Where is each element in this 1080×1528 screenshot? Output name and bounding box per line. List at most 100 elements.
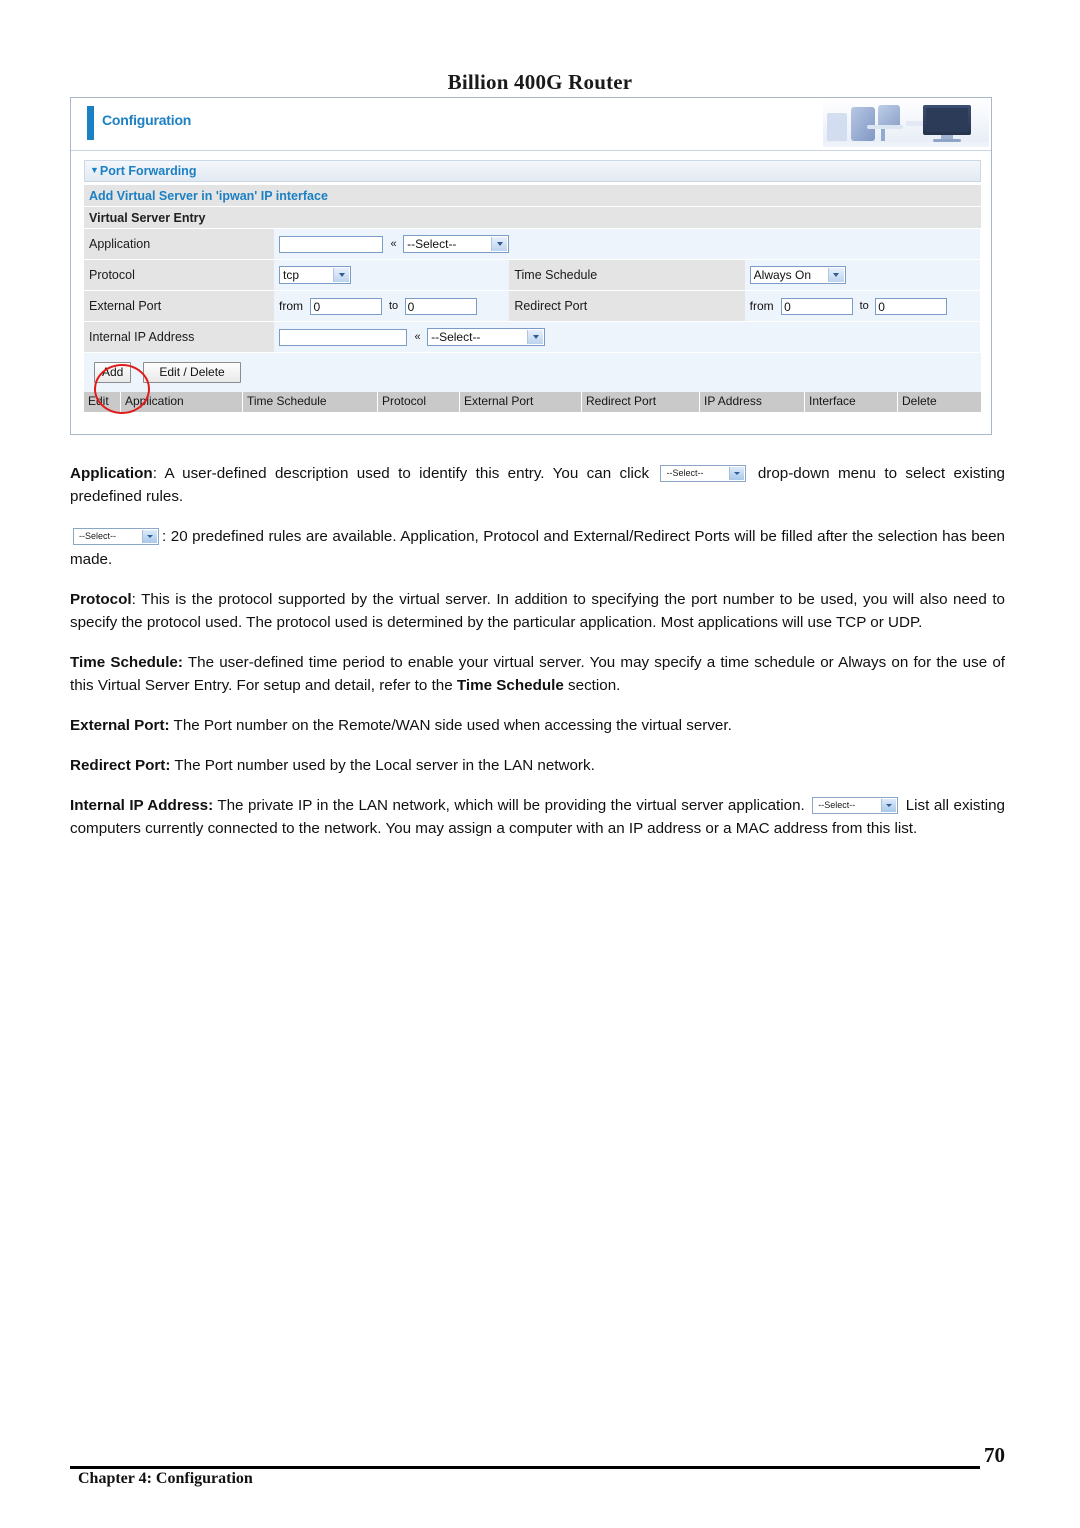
internal-ip-select[interactable]: --Select-- <box>427 328 546 346</box>
office-desk-photo <box>823 99 989 147</box>
paragraph-application: Application: A user-defined description … <box>70 462 1005 508</box>
paragraph-protocol: Protocol: This is the protocol supported… <box>70 588 1005 634</box>
form-row-ports: External Port from 0 to 0 Redirect Port … <box>84 290 980 322</box>
chevron-down-icon <box>527 330 544 344</box>
application-fill-arrows: « <box>390 238 396 250</box>
internal-ip-desc-a: The private IP in the LAN network, which… <box>213 797 805 814</box>
select-rules-desc: : 20 predefined rules are available. App… <box>70 528 1005 568</box>
subsection-bar-label: Add Virtual Server in 'ipwan' IP interfa… <box>89 188 328 203</box>
select-glyph-icon: --Select-- <box>812 797 899 815</box>
redirect-port-to-input[interactable]: 0 <box>875 297 948 315</box>
term-protocol: Protocol <box>70 591 132 608</box>
paragraph-redirect-port: Redirect Port: The Port number used by t… <box>70 754 1005 777</box>
protocol-field-cell: tcp <box>274 259 510 291</box>
col-delete: Delete <box>902 394 937 408</box>
term-internal-ip: Internal IP Address: <box>70 797 214 814</box>
group-bar-label: Virtual Server Entry <box>89 210 206 225</box>
internal-ip-field-cell: « --Select-- <box>274 321 980 353</box>
edit-delete-button[interactable]: Edit / Delete <box>143 362 241 383</box>
redirect-port-label: Redirect Port <box>509 290 745 322</box>
section-bar-label: Port Forwarding <box>99 164 197 178</box>
external-port-to-label: to <box>388 300 399 312</box>
time-schedule-desc-b: section. <box>563 677 621 694</box>
chevron-down-icon <box>881 799 897 813</box>
paragraph-time-schedule: Time Schedule: The user-defined time per… <box>70 651 1005 697</box>
term-application: Application <box>70 465 153 482</box>
header-title: Configuration <box>102 112 192 128</box>
protocol-select[interactable]: tcp <box>279 266 351 284</box>
col-redirect-port: Redirect Port <box>582 392 700 412</box>
chevron-down-icon <box>491 237 508 251</box>
footer-chapter-label: Chapter 4: Configuration <box>78 1470 253 1487</box>
internal-ip-fill-arrows: « <box>414 331 420 343</box>
router-header: Configuration <box>71 98 991 151</box>
protocol-desc: : This is the protocol supported by the … <box>70 591 1005 631</box>
explanatory-text: Application: A user-defined description … <box>70 462 1005 857</box>
group-bar-virtual-server-entry: Virtual Server Entry <box>84 207 981 228</box>
select-glyph-label: --Select-- <box>79 531 117 542</box>
term-external-port: External Port: <box>70 717 170 734</box>
col-ip-address: IP Address <box>700 392 805 412</box>
router-config-panel: Configuration ▼ Port Forwarding Add Virt… <box>70 97 992 435</box>
internal-ip-label: Internal IP Address <box>84 321 274 353</box>
internal-ip-select-value: --Select-- <box>431 330 481 344</box>
redirect-port-to-label: to <box>859 300 869 312</box>
select-glyph-icon: --Select-- <box>73 528 159 546</box>
external-port-to-input[interactable]: 0 <box>404 297 477 315</box>
internal-ip-input[interactable] <box>279 328 407 346</box>
form-row-application: Application « --Select-- <box>84 229 980 260</box>
application-field-cell: « --Select-- <box>274 229 980 260</box>
form-row-internal-ip: Internal IP Address « --Select-- <box>84 321 980 353</box>
redirect-port-field-cell: from 0 to 0 <box>744 290 980 322</box>
paragraph-select-rules: --Select--: 20 predefined rules are avai… <box>70 525 1005 571</box>
external-port-field-cell: from 0 to 0 <box>274 290 510 322</box>
chevron-down-icon: ▼ <box>90 164 99 175</box>
col-application: Application <box>121 392 243 412</box>
col-edit: Edit <box>84 392 121 412</box>
term-redirect-port: Redirect Port: <box>70 757 171 774</box>
col-time-schedule: Time Schedule <box>243 392 378 412</box>
time-schedule-label: Time Schedule <box>509 259 745 291</box>
time-schedule-select-value: Always On <box>753 268 812 282</box>
footer-page-number: 70 <box>984 1443 1005 1467</box>
external-port-desc: The Port number on the Remote/WAN side u… <box>169 717 732 734</box>
time-schedule-field-cell: Always On <box>744 259 980 291</box>
redirect-port-from-input[interactable]: 0 <box>781 297 854 315</box>
external-port-from-label: from <box>279 299 303 313</box>
section-bar-port-forwarding[interactable]: ▼ Port Forwarding <box>84 160 981 182</box>
chevron-down-icon <box>142 530 157 544</box>
protocol-label: Protocol <box>84 259 274 291</box>
application-select-value: --Select-- <box>407 237 457 251</box>
time-schedule-ref: Time Schedule <box>456 677 564 694</box>
chevron-down-icon <box>333 268 349 282</box>
redirect-port-desc: The Port number used by the Local server… <box>170 757 595 774</box>
add-button[interactable]: Add <box>94 362 132 383</box>
footer-divider <box>70 1466 980 1469</box>
select-glyph-icon: --Select-- <box>660 465 747 483</box>
virtual-server-table-header: Edit Application Time Schedule Protocol … <box>84 392 981 412</box>
chevron-down-icon <box>729 467 745 481</box>
protocol-select-value: tcp <box>283 268 300 282</box>
term-time-schedule: Time Schedule: <box>70 654 183 671</box>
col-external-port: External Port <box>460 392 582 412</box>
page-title: Billion 400G Router <box>447 70 633 94</box>
application-select[interactable]: --Select-- <box>403 235 510 253</box>
select-glyph-label: --Select-- <box>666 468 704 479</box>
paragraph-external-port: External Port: The Port number on the Re… <box>70 714 1005 737</box>
select-glyph-label: --Select-- <box>818 800 856 811</box>
application-input[interactable] <box>279 235 383 253</box>
external-port-from-input[interactable]: 0 <box>310 297 383 315</box>
redirect-port-from-label: from <box>749 299 774 313</box>
application-label: Application <box>84 229 274 260</box>
application-desc-a: : A user-defined description used to ide… <box>152 465 650 482</box>
col-interface: Interface <box>805 392 898 412</box>
external-port-label: External Port <box>84 290 274 322</box>
col-protocol: Protocol <box>378 392 460 412</box>
header-accent-bar <box>87 106 94 140</box>
time-schedule-select[interactable]: Always On <box>749 266 846 284</box>
subsection-bar-add-virtual-server: Add Virtual Server in 'ipwan' IP interfa… <box>84 185 981 206</box>
virtual-server-entry-form: Application « --Select-- Protocol tcp Ti… <box>84 229 980 353</box>
paragraph-internal-ip: Internal IP Address: The private IP in t… <box>70 794 1005 840</box>
form-actions: Add Edit / Delete <box>84 353 981 392</box>
chevron-down-icon <box>827 268 844 282</box>
